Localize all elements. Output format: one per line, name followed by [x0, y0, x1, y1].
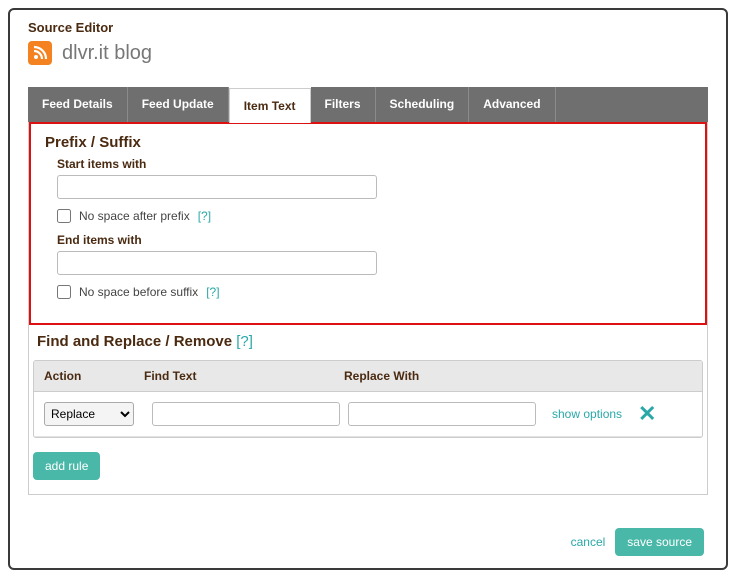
- start-items-input[interactable]: [57, 175, 377, 199]
- tab-bar: Feed Details Feed Update Item Text Filte…: [28, 87, 708, 122]
- find-replace-grid: Action Find Text Replace With Replace Re…: [33, 360, 703, 438]
- start-items-label: Start items with: [57, 157, 691, 171]
- table-row: Replace Remove show options ✕: [34, 392, 702, 437]
- grid-header: Action Find Text Replace With: [34, 361, 702, 392]
- help-icon[interactable]: [?]: [206, 285, 219, 299]
- help-icon[interactable]: [?]: [236, 333, 253, 350]
- rss-icon: [28, 41, 52, 65]
- modal-title: Source Editor: [28, 20, 708, 35]
- show-options-link[interactable]: show options: [552, 407, 622, 421]
- modal-header: Source Editor dlvr.it blog: [10, 10, 726, 71]
- tab-filler: [556, 87, 708, 122]
- tab-feed-details[interactable]: Feed Details: [28, 87, 128, 122]
- prefix-suffix-title: Prefix / Suffix: [45, 134, 691, 151]
- tab-scheduling[interactable]: Scheduling: [376, 87, 470, 122]
- tab-item-text[interactable]: Item Text: [229, 88, 311, 123]
- prefix-suffix-section: Prefix / Suffix Start items with No spac…: [29, 122, 707, 325]
- delete-row-icon[interactable]: ✕: [638, 403, 656, 425]
- no-space-before-suffix-checkbox[interactable]: [57, 285, 71, 299]
- find-replace-title: Find and Replace / Remove [?]: [37, 333, 703, 350]
- no-space-after-prefix-checkbox[interactable]: [57, 209, 71, 223]
- modal-footer: cancel save source: [571, 528, 704, 556]
- cancel-button[interactable]: cancel: [571, 535, 606, 549]
- tab-feed-update[interactable]: Feed Update: [128, 87, 229, 122]
- find-replace-title-text: Find and Replace / Remove: [37, 333, 232, 350]
- col-action-header: Action: [44, 369, 144, 383]
- source-editor-modal: Source Editor dlvr.it blog Feed Details …: [8, 8, 728, 570]
- replace-with-input[interactable]: [348, 402, 536, 426]
- add-rule-button[interactable]: add rule: [33, 452, 100, 480]
- action-select[interactable]: Replace Remove: [44, 402, 134, 426]
- no-space-before-suffix-label: No space before suffix: [79, 285, 198, 299]
- end-items-input[interactable]: [57, 251, 377, 275]
- save-source-button[interactable]: save source: [615, 528, 704, 556]
- no-space-after-prefix-label: No space after prefix: [79, 209, 190, 223]
- end-items-label: End items with: [57, 233, 691, 247]
- tab-filters[interactable]: Filters: [311, 87, 376, 122]
- col-replace-header: Replace With: [344, 369, 692, 383]
- help-icon[interactable]: [?]: [198, 209, 211, 223]
- feed-name: dlvr.it blog: [62, 42, 152, 65]
- tab-panel: Prefix / Suffix Start items with No spac…: [28, 122, 708, 495]
- tab-advanced[interactable]: Advanced: [469, 87, 555, 122]
- find-text-input[interactable]: [152, 402, 340, 426]
- col-find-header: Find Text: [144, 369, 344, 383]
